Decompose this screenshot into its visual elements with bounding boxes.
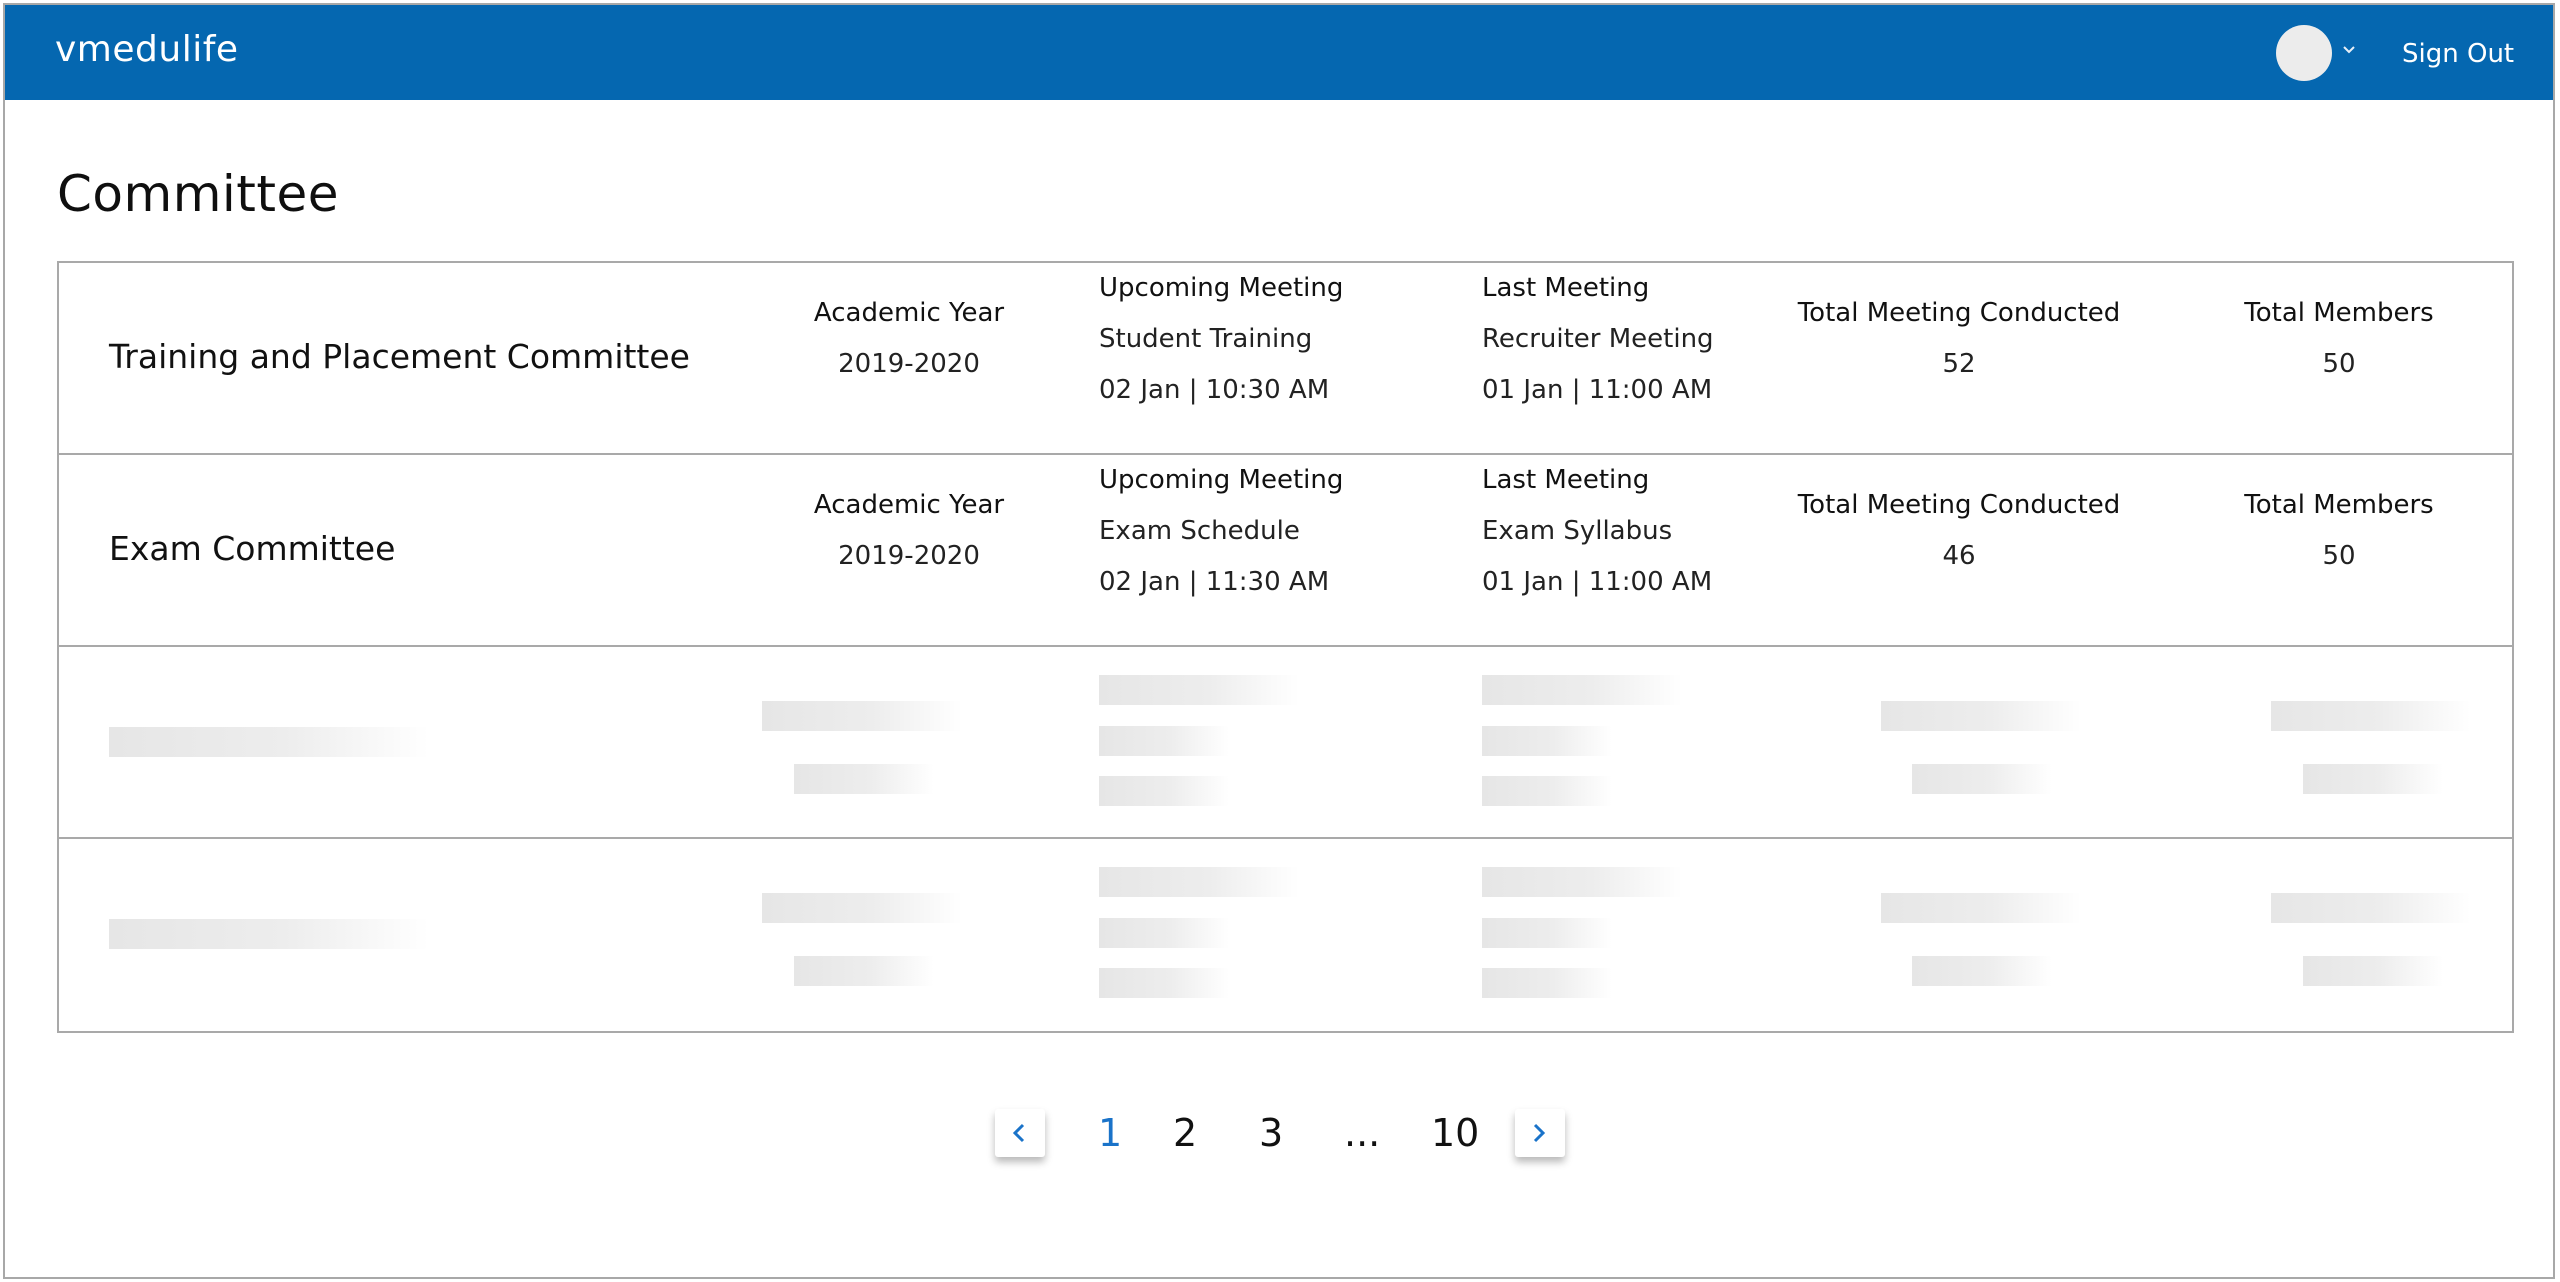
total-members-value: 50 <box>2322 349 2356 379</box>
skeleton-bar <box>1482 867 1682 897</box>
upcoming-meeting-cell: Upcoming Meeting Student Training 02 Jan… <box>1099 263 1343 416</box>
last-meeting-time: 01 Jan | 11:00 AM <box>1482 567 1713 597</box>
loading-skeleton-row <box>59 839 2512 1031</box>
meetings-conducted-label: Total Meeting Conducted <box>1797 490 2121 520</box>
total-members-label: Total Members <box>2244 298 2434 328</box>
academic-year-value: 2019-2020 <box>838 541 980 571</box>
committee-table: Training and Placement Committee Academi… <box>57 261 2514 1033</box>
skeleton-bar <box>1482 675 1682 705</box>
page-1-button[interactable]: 1 <box>1098 1111 1122 1155</box>
skeleton-bar <box>1099 918 1229 948</box>
last-meeting-label: Last Meeting <box>1482 465 1650 495</box>
user-avatar[interactable] <box>2276 25 2332 81</box>
skeleton-bar <box>794 956 934 986</box>
pagination-ellipsis: ... <box>1344 1111 1381 1155</box>
last-meeting-label: Last Meeting <box>1482 273 1650 303</box>
skeleton-bar <box>1099 776 1229 806</box>
skeleton-bar <box>762 701 962 731</box>
chevron-down-icon[interactable] <box>2343 39 2355 58</box>
upcoming-meeting-title: Student Training <box>1099 324 1313 354</box>
total-members-cell: Total Members 50 <box>2219 288 2459 390</box>
skeleton-bar <box>1099 968 1229 998</box>
meetings-conducted-cell: Total Meeting Conducted 46 <box>1759 480 2159 582</box>
chevron-right-icon <box>1533 1123 1546 1143</box>
upcoming-meeting-cell: Upcoming Meeting Exam Schedule 02 Jan | … <box>1099 455 1343 608</box>
page-title: Committee <box>57 165 340 223</box>
skeleton-bar <box>1881 701 2081 731</box>
academic-year-cell: Academic Year 2019-2020 <box>759 480 1059 582</box>
skeleton-bar <box>1912 764 2052 794</box>
skeleton-bar <box>1482 776 1612 806</box>
committee-name[interactable]: Training and Placement Committee <box>109 337 690 376</box>
total-members-value: 50 <box>2322 541 2356 571</box>
skeleton-bar <box>794 764 934 794</box>
meetings-conducted-value: 46 <box>1942 541 1976 571</box>
upcoming-meeting-title: Exam Schedule <box>1099 516 1300 546</box>
skeleton-bar <box>1912 956 2052 986</box>
academic-year-cell: Academic Year 2019-2020 <box>759 288 1059 390</box>
next-page-button[interactable] <box>1515 1109 1565 1157</box>
academic-year-label: Academic Year <box>813 298 1005 328</box>
skeleton-bar <box>1099 867 1299 897</box>
academic-year-value: 2019-2020 <box>838 349 980 379</box>
total-members-label: Total Members <box>2244 490 2434 520</box>
academic-year-label: Academic Year <box>813 490 1005 520</box>
skeleton-bar <box>2303 764 2443 794</box>
meetings-conducted-label: Total Meeting Conducted <box>1797 298 2121 328</box>
top-navigation-bar: vmedulife Sign Out <box>5 5 2553 100</box>
total-members-cell: Total Members 50 <box>2219 480 2459 582</box>
last-meeting-cell: Last Meeting Exam Syllabus 01 Jan | 11:0… <box>1482 455 1712 608</box>
page-2-button[interactable]: 2 <box>1173 1111 1197 1155</box>
meetings-conducted-value: 52 <box>1942 349 1976 379</box>
committee-row[interactable]: Training and Placement Committee Academi… <box>59 263 2512 455</box>
chevron-left-icon <box>1012 1123 1025 1143</box>
pagination: 1 2 3 ... 10 <box>5 1109 2553 1169</box>
skeleton-bar <box>2271 701 2471 731</box>
page-3-button[interactable]: 3 <box>1259 1111 1283 1155</box>
skeleton-bar <box>1482 968 1612 998</box>
last-meeting-title: Exam Syllabus <box>1482 516 1673 546</box>
upcoming-meeting-time: 02 Jan | 10:30 AM <box>1099 375 1330 405</box>
skeleton-bar <box>1482 726 1612 756</box>
prev-page-button[interactable] <box>995 1109 1045 1157</box>
upcoming-meeting-time: 02 Jan | 11:30 AM <box>1099 567 1330 597</box>
last-meeting-title: Recruiter Meeting <box>1482 324 1714 354</box>
skeleton-bar <box>1881 893 2081 923</box>
skeleton-bar <box>109 919 429 949</box>
skeleton-bar <box>1099 726 1229 756</box>
last-meeting-time: 01 Jan | 11:00 AM <box>1482 375 1713 405</box>
upcoming-meeting-label: Upcoming Meeting <box>1099 273 1344 303</box>
skeleton-bar <box>109 727 429 757</box>
meetings-conducted-cell: Total Meeting Conducted 52 <box>1759 288 2159 390</box>
skeleton-bar <box>1099 675 1299 705</box>
skeleton-bar <box>762 893 962 923</box>
brand-logo-text[interactable]: vmedulife <box>55 29 239 70</box>
committee-name[interactable]: Exam Committee <box>109 529 395 568</box>
skeleton-bar <box>2271 893 2471 923</box>
page-10-button[interactable]: 10 <box>1431 1111 1479 1155</box>
last-meeting-cell: Last Meeting Recruiter Meeting 01 Jan | … <box>1482 263 1714 416</box>
sign-out-link[interactable]: Sign Out <box>2402 39 2514 69</box>
loading-skeleton-row <box>59 647 2512 839</box>
upcoming-meeting-label: Upcoming Meeting <box>1099 465 1344 495</box>
skeleton-bar <box>2303 956 2443 986</box>
skeleton-bar <box>1482 918 1612 948</box>
app-window: vmedulife Sign Out Committee Training an… <box>3 3 2555 1279</box>
committee-row[interactable]: Exam Committee Academic Year 2019-2020 U… <box>59 455 2512 647</box>
